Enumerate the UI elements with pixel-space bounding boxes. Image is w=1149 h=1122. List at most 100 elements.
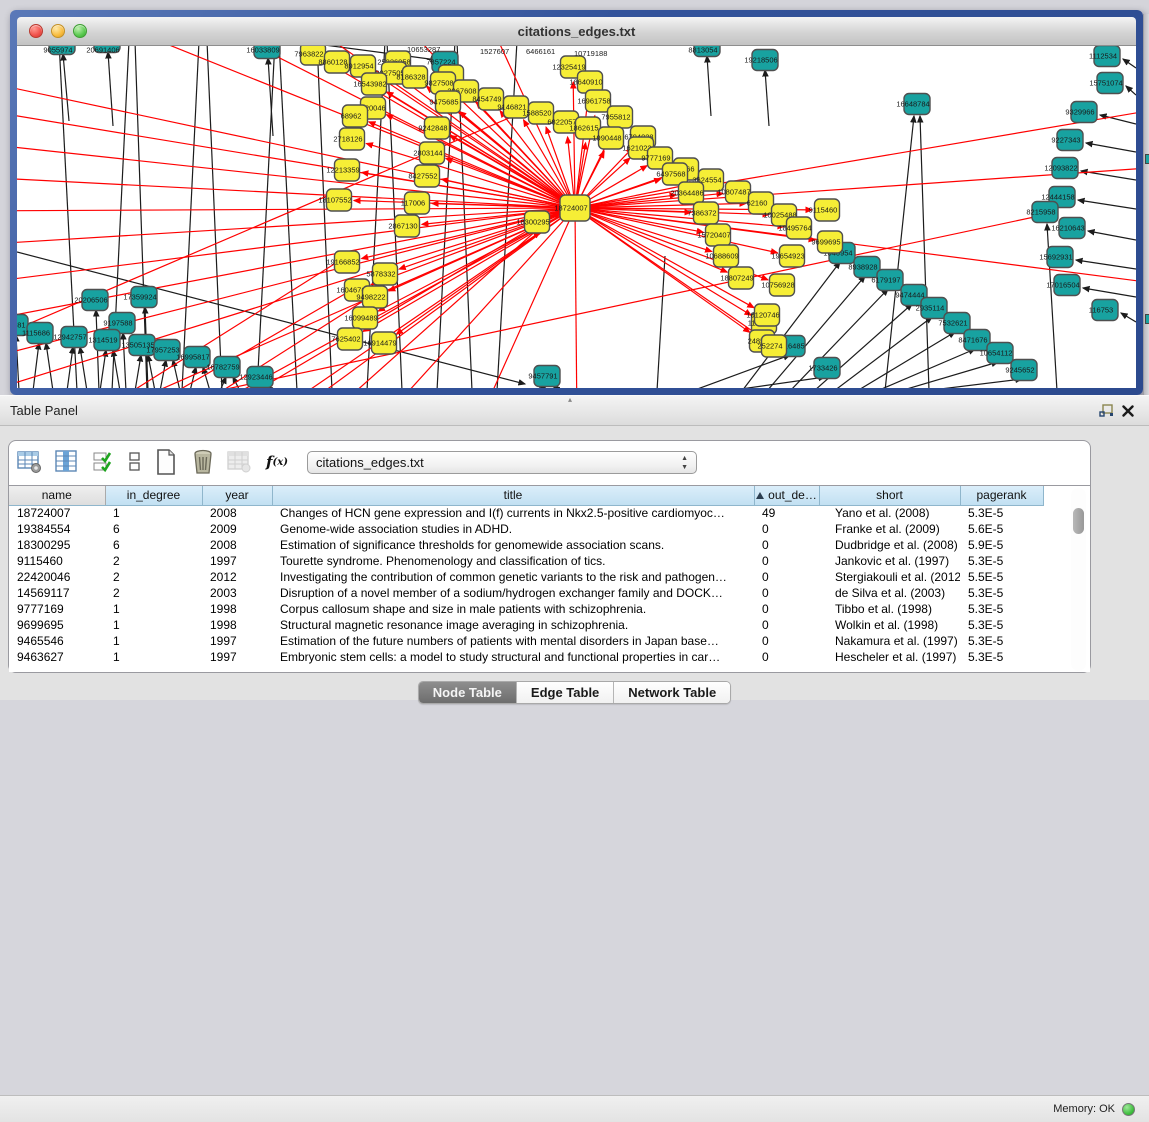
table-cell[interactable]: 5.3E-5 — [960, 505, 1043, 521]
table-cell[interactable]: 2012 — [202, 569, 272, 585]
graph-node[interactable]: 16648784 — [896, 94, 930, 115]
graph-edge[interactable] — [692, 355, 790, 388]
graph-edge[interactable] — [1086, 143, 1136, 152]
graph-edge[interactable] — [1126, 86, 1136, 95]
table-cell[interactable]: Hescheler et al. (1997) — [819, 649, 960, 665]
table-cell[interactable]: 1 — [105, 633, 202, 649]
deselect-rows-icon[interactable] — [128, 449, 142, 475]
table-cell[interactable]: Wolkin et al. (1998) — [819, 617, 960, 633]
table-cell[interactable]: Estimation of significance thresholds fo… — [272, 537, 754, 553]
node-table[interactable]: namein_degreeyeartitleout_de…shortpagera… — [9, 486, 1044, 665]
table-cell[interactable]: Corpus callosum shape and size in male p… — [272, 601, 754, 617]
table-cell[interactable]: 1997 — [202, 649, 272, 665]
graph-edge[interactable] — [148, 355, 155, 388]
graph-node[interactable]: 8427552 — [408, 165, 439, 187]
graph-edge[interactable] — [17, 208, 575, 246]
table-cell[interactable]: 0 — [754, 585, 819, 601]
graph-edge[interactable] — [575, 208, 577, 388]
table-cell[interactable]: 1 — [105, 505, 202, 521]
table-cell[interactable]: 0 — [754, 633, 819, 649]
graph-edge[interactable] — [1088, 231, 1136, 240]
graph-edge[interactable] — [657, 256, 665, 388]
graph-edge[interactable] — [17, 335, 19, 388]
graph-node[interactable]: 252274 — [757, 335, 786, 357]
table-row[interactable]: 2242004622012Investigating the contribut… — [9, 569, 1043, 585]
table-row[interactable]: 946554611997Estimation of the future num… — [9, 633, 1043, 649]
select-all-rows-icon[interactable] — [91, 449, 117, 475]
column-header-pagerank[interactable]: pagerank — [960, 486, 1043, 505]
graph-edge[interactable] — [108, 52, 113, 126]
graph-edge[interactable] — [877, 349, 975, 388]
float-panel-icon[interactable] — [1095, 402, 1117, 420]
table-row[interactable]: 1456911722003Disruption of a novel membe… — [9, 585, 1043, 601]
table-cell[interactable]: 5.3E-5 — [960, 585, 1043, 601]
table-cell[interactable]: Jankovic et al. (1997) — [819, 553, 960, 569]
graph-edge[interactable] — [1083, 288, 1136, 297]
table-cell[interactable]: 1998 — [202, 601, 272, 617]
table-cell[interactable]: 1998 — [202, 617, 272, 633]
table-cell[interactable]: 22420046 — [9, 569, 105, 585]
node-table-grid[interactable]: namein_degreeyeartitleout_de…shortpagera… — [9, 485, 1090, 672]
graph-node[interactable]: 16995817 — [176, 347, 210, 368]
table-source-select[interactable]: citations_edges.txt ▲▼ — [307, 451, 697, 474]
column-header-in_degree[interactable]: in_degree — [105, 486, 202, 505]
table-cell[interactable]: 2008 — [202, 537, 272, 553]
graph-node[interactable]: 7625402 — [331, 328, 362, 350]
table-cell[interactable]: de Silva et al. (2003) — [819, 585, 960, 601]
graph-edge[interactable] — [33, 343, 39, 388]
table-cell[interactable]: 9463627 — [9, 649, 105, 665]
table-cell[interactable]: 9699695 — [9, 617, 105, 633]
table-cell[interactable]: 0 — [754, 649, 819, 665]
graph-edge[interactable] — [317, 46, 332, 388]
tab-network-table[interactable]: Network Table — [614, 682, 730, 703]
graph-node[interactable]: 2867130 — [388, 215, 419, 237]
column-header-short[interactable]: short — [819, 486, 960, 505]
table-cell[interactable]: 5.3E-5 — [960, 649, 1043, 665]
table-cell[interactable]: 2003 — [202, 585, 272, 601]
table-cell[interactable]: Investigating the contribution of common… — [272, 569, 754, 585]
graph-edge[interactable] — [182, 46, 199, 388]
table-cell[interactable]: Yano et al. (2008) — [819, 505, 960, 521]
graph-node[interactable]: 20691406 — [86, 46, 120, 55]
table-cell[interactable]: 2009 — [202, 521, 272, 537]
graph-edge[interactable] — [113, 350, 120, 388]
table-cell[interactable]: Stergiakouli et al. (2012) — [819, 569, 960, 585]
table-cell[interactable]: Genome-wide association studies in ADHD. — [272, 521, 754, 537]
graph-node[interactable]: 8215958 — [1026, 202, 1058, 223]
table-cell[interactable]: 1 — [105, 617, 202, 633]
column-header-out_de[interactable]: out_de… — [754, 486, 819, 505]
tab-edge-table[interactable]: Edge Table — [517, 682, 614, 703]
tab-node-table[interactable]: Node Table — [419, 682, 517, 703]
graph-edge[interactable] — [257, 46, 275, 388]
graph-edge[interactable] — [924, 379, 1022, 388]
graph-node[interactable]: 20206506 — [74, 290, 108, 311]
graph-node[interactable]: 16782759 — [206, 357, 240, 378]
table-vertical-scrollbar[interactable] — [1071, 488, 1086, 671]
graph-edge[interactable] — [1078, 200, 1136, 209]
graph-node[interactable]: 18807249 — [720, 267, 753, 289]
graph-edge[interactable] — [834, 317, 932, 388]
table-cell[interactable]: 9115460 — [9, 553, 105, 569]
table-cell[interactable]: 5.3E-5 — [960, 553, 1043, 569]
table-cell[interactable]: 5.9E-5 — [960, 537, 1043, 553]
table-cell[interactable]: Franke et al. (2009) — [819, 521, 960, 537]
graph-edge[interactable] — [63, 54, 69, 121]
table-cell[interactable]: 2 — [105, 569, 202, 585]
graph-node[interactable]: 15720407 — [697, 224, 730, 246]
graph-node[interactable]: 9055974 — [43, 46, 75, 55]
table-cell[interactable]: 5.3E-5 — [960, 633, 1043, 649]
graph-node[interactable]: 15751074 — [1089, 73, 1123, 94]
graph-node[interactable]: 1115686 — [22, 323, 53, 344]
graph-node[interactable]: 9242848 — [418, 117, 449, 139]
graph-node[interactable]: 68962 — [341, 105, 368, 127]
graph-node[interactable]: 2718126 — [333, 128, 364, 150]
column-header-name[interactable]: name — [9, 486, 105, 505]
network-window[interactable]: citations_edges.txt 90559742069140616033… — [10, 10, 1143, 395]
table-row[interactable]: 911546021997Tourette syndrome. Phenomeno… — [9, 553, 1043, 569]
table-row[interactable]: 1830029562008Estimation of significance … — [9, 537, 1043, 553]
graph-node[interactable]: 10688609 — [705, 245, 738, 267]
table-cell[interactable]: 9465546 — [9, 633, 105, 649]
table-row[interactable]: 1938455462009Genome-wide association stu… — [9, 521, 1043, 537]
table-cell[interactable]: 0 — [754, 521, 819, 537]
graph-node[interactable]: 10756928 — [761, 274, 794, 296]
